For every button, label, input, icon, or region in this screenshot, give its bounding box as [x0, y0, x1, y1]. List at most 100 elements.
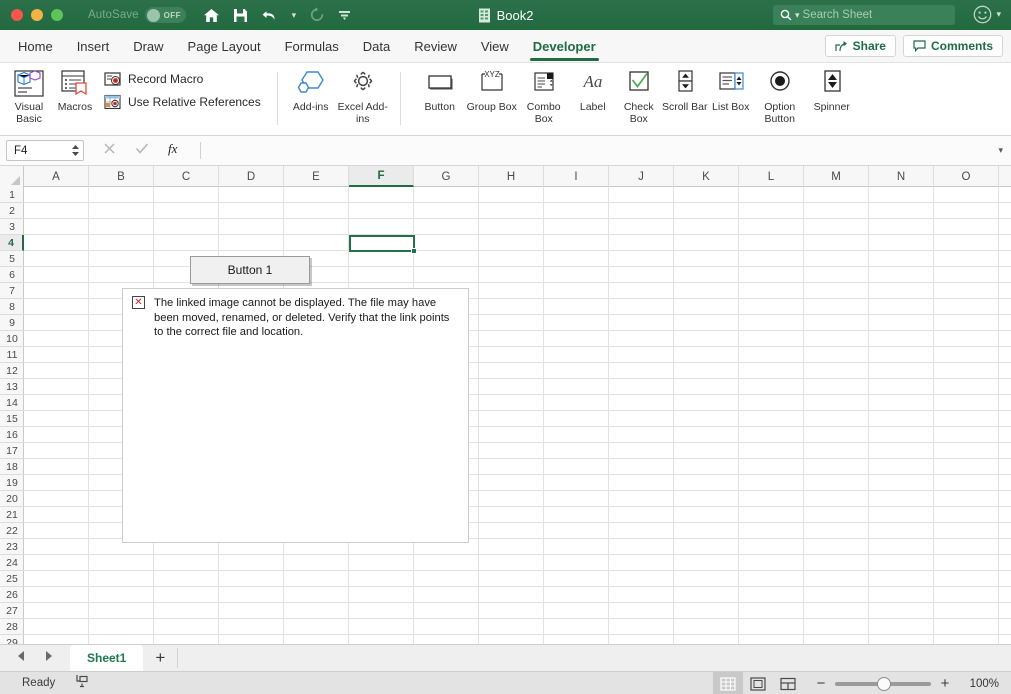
- broken-image-placeholder[interactable]: ✕ The linked image cannot be displayed. …: [122, 288, 469, 543]
- row-header-7[interactable]: 7: [0, 283, 24, 299]
- scroll-bar-control[interactable]: Scroll Bar: [662, 63, 708, 113]
- column-header-G[interactable]: G: [414, 166, 479, 187]
- spinner-control[interactable]: Spinner: [806, 63, 858, 113]
- autosave-toggle[interactable]: OFF: [144, 7, 186, 23]
- tab-page-layout[interactable]: Page Layout: [176, 30, 273, 63]
- tab-formulas[interactable]: Formulas: [273, 30, 351, 63]
- row-header-3[interactable]: 3: [0, 219, 24, 235]
- column-header-D[interactable]: D: [219, 166, 284, 187]
- row-header-1[interactable]: 1: [0, 187, 24, 203]
- row-header-16[interactable]: 16: [0, 427, 24, 443]
- enter-check-icon[interactable]: [135, 142, 149, 160]
- zoom-slider[interactable]: [835, 676, 931, 691]
- redo-icon[interactable]: [309, 7, 325, 23]
- row-header-27[interactable]: 27: [0, 603, 24, 619]
- zoom-slider-knob[interactable]: [877, 676, 891, 691]
- tab-view[interactable]: View: [469, 30, 521, 63]
- row-header-4[interactable]: 4: [0, 235, 24, 251]
- next-sheet-icon[interactable]: [43, 649, 54, 667]
- row-header-13[interactable]: 13: [0, 379, 24, 395]
- column-header-I[interactable]: I: [544, 166, 609, 187]
- column-header-M[interactable]: M: [804, 166, 869, 187]
- excel-addins-button[interactable]: Excel Add-ins: [337, 63, 389, 125]
- sheet-tab-sheet1[interactable]: Sheet1: [70, 644, 144, 672]
- autosave-control[interactable]: AutoSave OFF: [88, 7, 186, 23]
- column-header-K[interactable]: K: [674, 166, 739, 187]
- column-header-J[interactable]: J: [609, 166, 674, 187]
- row-header-9[interactable]: 9: [0, 315, 24, 331]
- label-control[interactable]: Aa Label: [570, 63, 616, 113]
- customize-toolbar-icon[interactable]: [338, 9, 351, 21]
- visual-basic-button[interactable]: Visual Basic: [6, 63, 52, 125]
- tab-home[interactable]: Home: [6, 30, 65, 63]
- column-header-L[interactable]: L: [739, 166, 804, 187]
- row-header-25[interactable]: 25: [0, 571, 24, 587]
- name-box[interactable]: F4: [6, 140, 84, 161]
- selected-cell-F4[interactable]: [349, 235, 415, 252]
- row-header-14[interactable]: 14: [0, 395, 24, 411]
- row-header-20[interactable]: 20: [0, 491, 24, 507]
- form-control-button[interactable]: Button 1: [190, 256, 310, 284]
- search-input[interactable]: ▾ Search Sheet: [773, 5, 955, 25]
- maximize-window-button[interactable]: [51, 9, 63, 21]
- prev-sheet-icon[interactable]: [16, 649, 27, 667]
- row-header-18[interactable]: 18: [0, 459, 24, 475]
- tab-draw[interactable]: Draw: [121, 30, 175, 63]
- fill-handle[interactable]: [411, 248, 417, 254]
- cancel-x-icon[interactable]: [103, 142, 116, 160]
- column-header-A[interactable]: A: [24, 166, 89, 187]
- macros-button[interactable]: Macros: [52, 63, 98, 113]
- fx-icon[interactable]: fx: [168, 141, 184, 161]
- row-header-21[interactable]: 21: [0, 507, 24, 523]
- row-header-28[interactable]: 28: [0, 619, 24, 635]
- row-header-10[interactable]: 10: [0, 331, 24, 347]
- page-layout-view-button[interactable]: [743, 672, 773, 694]
- addins-button[interactable]: Add-ins: [285, 63, 337, 113]
- combo-box-control[interactable]: Combo Box: [518, 63, 570, 125]
- row-header-26[interactable]: 26: [0, 587, 24, 603]
- undo-dropdown-icon[interactable]: ▾: [292, 10, 297, 21]
- row-header-29[interactable]: 29: [0, 635, 24, 645]
- account-chevron-icon[interactable]: ▾: [996, 9, 1001, 20]
- row-header-24[interactable]: 24: [0, 555, 24, 571]
- column-header-N[interactable]: N: [869, 166, 934, 187]
- column-header-H[interactable]: H: [479, 166, 544, 187]
- share-button[interactable]: Share: [824, 35, 896, 57]
- button-control[interactable]: Button: [414, 63, 466, 113]
- page-break-view-button[interactable]: [773, 672, 803, 694]
- normal-view-button[interactable]: [713, 672, 743, 694]
- row-header-11[interactable]: 11: [0, 347, 24, 363]
- formula-input[interactable]: [207, 140, 998, 161]
- row-header-23[interactable]: 23: [0, 539, 24, 555]
- list-box-control[interactable]: List Box: [708, 63, 754, 113]
- column-header-F[interactable]: F: [349, 166, 414, 187]
- minimize-window-button[interactable]: [31, 9, 43, 21]
- column-header-E[interactable]: E: [284, 166, 349, 187]
- zoom-out-button[interactable]: −: [815, 675, 827, 692]
- tab-developer[interactable]: Developer: [521, 30, 608, 63]
- save-icon[interactable]: [233, 8, 248, 23]
- group-box-control[interactable]: XYZ Group Box: [466, 63, 518, 113]
- tab-insert[interactable]: Insert: [65, 30, 122, 63]
- check-box-control[interactable]: Check Box: [616, 63, 662, 125]
- row-header-2[interactable]: 2: [0, 203, 24, 219]
- row-header-8[interactable]: 8: [0, 299, 24, 315]
- zoom-in-button[interactable]: +: [939, 675, 951, 692]
- row-header-17[interactable]: 17: [0, 443, 24, 459]
- column-header-B[interactable]: B: [89, 166, 154, 187]
- column-header-C[interactable]: C: [154, 166, 219, 187]
- undo-icon[interactable]: [261, 8, 279, 23]
- search-scope-chevron-icon[interactable]: ▾: [795, 10, 800, 21]
- name-box-spinner[interactable]: [71, 144, 80, 157]
- option-button-control[interactable]: Option Button: [754, 63, 806, 125]
- row-header-19[interactable]: 19: [0, 475, 24, 491]
- grid-cells[interactable]: Button 1 ✕ The linked image cannot be di…: [24, 187, 1011, 644]
- close-window-button[interactable]: [11, 9, 23, 21]
- row-header-12[interactable]: 12: [0, 363, 24, 379]
- comments-button[interactable]: Comments: [902, 35, 1003, 57]
- row-header-5[interactable]: 5: [0, 251, 24, 267]
- account-control[interactable]: ▾: [973, 5, 1001, 24]
- use-relative-references-button[interactable]: Use Relative References: [104, 94, 261, 110]
- row-header-6[interactable]: 6: [0, 267, 24, 283]
- tab-review[interactable]: Review: [402, 30, 469, 63]
